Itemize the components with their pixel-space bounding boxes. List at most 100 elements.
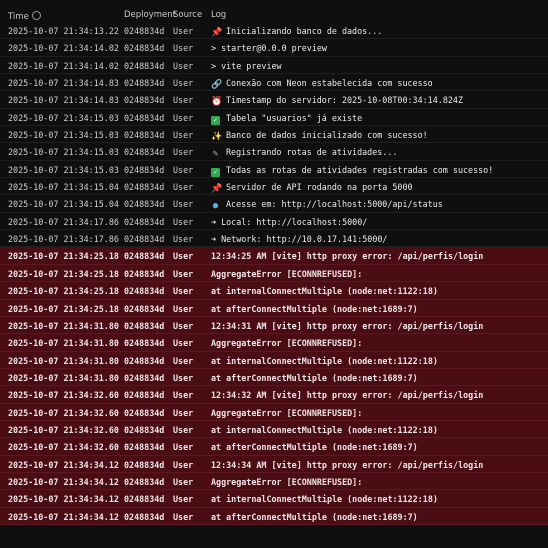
log-message-text: at afterConnectMultiple (node:net:1689:7…: [211, 372, 418, 383]
log-source: User: [173, 147, 194, 158]
log-deployment[interactable]: 0248834d: [124, 286, 164, 296]
log-deployment[interactable]: 0248834d: [124, 234, 164, 244]
log-row[interactable]: 2025-10-07 21:34:25.18 0248834d User Aggreg…: [0, 264, 548, 283]
log-deployment[interactable]: 0248834d: [124, 460, 164, 470]
globe-icon: ●: [212, 201, 219, 212]
log-deployment[interactable]: 0248834d: [124, 217, 164, 227]
log-deployment[interactable]: 0248834d: [124, 304, 164, 314]
log-row[interactable]: 2025-10-07 21:34:25.18 0248834d User at int…: [0, 282, 548, 300]
log-panel: Time Deployment Source Log 2025-10-07 21…: [0, 0, 548, 548]
log-deployment[interactable]: 0248834d: [124, 269, 164, 279]
log-row[interactable]: 2025-10-07 21:34:17.86 0248834d User ➜ Loca…: [0, 213, 548, 231]
log-row[interactable]: 2025-10-07 21:34:17.86 0248834d User ➜ Netw…: [0, 230, 548, 248]
log-row[interactable]: 2025-10-07 21:34:15.03 0248834d User ✨ Banco…: [0, 126, 548, 144]
log-message-text: at internalConnectMultiple (node:net:112…: [211, 355, 438, 366]
log-time: 2025-10-07 21:34:15.03: [8, 147, 119, 158]
log-row[interactable]: 2025-10-07 21:34:13.22 0248834d User 📌 Inici…: [0, 22, 548, 40]
log-deployment[interactable]: 0248834d: [124, 494, 164, 504]
log-message: 📌 Servidor de API rodando na porta 5000: [211, 182, 413, 194]
log-message-text: Conexão com Neon estabelecida com sucess…: [226, 78, 433, 89]
log-source: User: [173, 390, 194, 401]
log-time: 2025-10-07 21:34:34.12: [8, 476, 119, 487]
log-deployment[interactable]: 0248834d: [124, 95, 164, 105]
log-row[interactable]: 2025-10-07 21:34:34.12 0248834d User 12:34:…: [0, 455, 548, 473]
log-row[interactable]: 2025-10-07 21:34:14.02 0248834d User > star…: [0, 39, 548, 57]
log-message-text: at afterConnectMultiple (node:net:1689:7…: [211, 511, 418, 522]
log-message: ➜ Local: http://localhost:5000/: [211, 217, 367, 227]
log-source: User: [173, 95, 194, 106]
log-rows: 2025-10-07 21:34:13.22 0248834d User 📌 Inici…: [0, 22, 548, 525]
log-source: User: [173, 494, 194, 505]
log-message: at internalConnectMultiple (node:net:112…: [211, 356, 438, 366]
log-message: at afterConnectMultiple (node:net:1689:7…: [211, 304, 418, 314]
log-message-text: > starter@0.0.0 preview: [211, 43, 327, 54]
log-deployment[interactable]: 0248834d: [124, 477, 164, 487]
log-deployment[interactable]: 0248834d: [124, 408, 164, 418]
log-row[interactable]: 2025-10-07 21:34:32.60 0248834d User at aft…: [0, 438, 548, 456]
log-message: 12:34:25 AM [vite] http proxy error: /ap…: [211, 251, 483, 261]
log-row[interactable]: 2025-10-07 21:34:15.04 0248834d User 📌 Servi…: [0, 178, 548, 196]
log-row[interactable]: 2025-10-07 21:34:32.60 0248834d User 12:34:…: [0, 386, 548, 404]
log-message-text: 12:34:32 AM [vite] http proxy error: /ap…: [211, 390, 484, 401]
log-row[interactable]: 2025-10-07 21:34:14.02 0248834d User > vite…: [0, 57, 548, 75]
log-row[interactable]: 2025-10-07 21:34:15.03 0248834d User ✓ Tabel…: [0, 109, 548, 127]
log-time: 2025-10-07 21:34:34.12: [8, 459, 119, 470]
log-row[interactable]: 2025-10-07 21:34:31.80 0248834d User Aggreg…: [0, 334, 548, 352]
column-header-deployment: Deployment: [124, 10, 176, 20]
log-message-text: Tabela "usuarios" já existe: [226, 112, 363, 123]
log-message-text: > vite preview: [211, 60, 282, 71]
log-message-text: ➜ Network: http://10.0.17.141:5000/: [211, 234, 388, 245]
log-message-text: AggregateError [ECONNREFUSED]:: [211, 476, 363, 487]
log-deployment[interactable]: 0248834d: [124, 356, 164, 366]
log-row[interactable]: 2025-10-07 21:34:31.80 0248834d User at aft…: [0, 368, 548, 387]
alarm-clock-icon: ⏰: [211, 97, 223, 108]
log-deployment[interactable]: 0248834d: [124, 442, 164, 452]
log-row[interactable]: 2025-10-07 21:34:14.83 0248834d User 🔗 Conex…: [0, 74, 548, 92]
log-message-text: Timestamp do servidor: 2025-10-08T00:34:…: [226, 95, 463, 106]
log-deployment[interactable]: 0248834d: [124, 43, 164, 53]
log-row[interactable]: 2025-10-07 21:34:31.80 0248834d User 12:34:…: [0, 316, 548, 335]
log-deployment[interactable]: 0248834d: [124, 251, 164, 261]
log-message: ✓ Todas as rotas de atividades registrada…: [211, 165, 493, 177]
log-row[interactable]: 2025-10-07 21:34:14.83 0248834d User ⏰ Times…: [0, 91, 548, 109]
log-message: AggregateError [ECONNREFUSED]:: [211, 338, 362, 348]
log-message: 🔗 Conexão com Neon estabelecida com suces…: [211, 78, 433, 90]
clock-icon[interactable]: [31, 11, 41, 20]
log-time: 2025-10-07 21:34:13.22: [8, 26, 119, 36]
log-row[interactable]: 2025-10-07 21:34:25.18 0248834d User at aft…: [0, 299, 548, 317]
log-row[interactable]: 2025-10-07 21:34:34.12 0248834d User at int…: [0, 490, 548, 508]
log-deployment[interactable]: 0248834d: [124, 147, 164, 157]
log-deployment[interactable]: 0248834d: [124, 338, 164, 348]
log-deployment[interactable]: 0248834d: [124, 61, 164, 71]
log-deployment[interactable]: 0248834d: [124, 321, 164, 331]
log-time: 2025-10-07 21:34:17.86: [8, 234, 119, 245]
log-time: 2025-10-07 21:34:34.12: [8, 494, 119, 505]
log-message: at internalConnectMultiple (node:net:112…: [211, 425, 438, 435]
log-deployment[interactable]: 0248834d: [124, 113, 164, 123]
log-row[interactable]: 2025-10-07 21:34:15.03 0248834d User ✓ Todas…: [0, 161, 548, 179]
log-deployment[interactable]: 0248834d: [124, 390, 164, 400]
column-header-log: Log: [211, 10, 227, 20]
log-deployment[interactable]: 0248834d: [124, 199, 164, 209]
log-source: User: [173, 112, 194, 123]
log-deployment[interactable]: 0248834d: [124, 165, 164, 175]
log-row[interactable]: 2025-10-07 21:34:15.03 0248834d User ✎ Regis…: [0, 143, 548, 161]
log-deployment[interactable]: 0248834d: [124, 512, 164, 522]
log-row[interactable]: 2025-10-07 21:34:32.60 0248834d User Aggreg…: [0, 403, 548, 421]
log-deployment[interactable]: 0248834d: [124, 182, 164, 192]
log-message: 12:34:32 AM [vite] http proxy error: /ap…: [211, 390, 483, 400]
log-message-text: Inicializando banco de dados...: [226, 26, 383, 36]
log-deployment[interactable]: 0248834d: [124, 26, 164, 36]
log-deployment[interactable]: 0248834d: [124, 425, 164, 435]
log-deployment[interactable]: 0248834d: [124, 78, 164, 88]
log-row[interactable]: 2025-10-07 21:34:15.04 0248834d User ● Acess…: [0, 195, 548, 213]
log-row[interactable]: 2025-10-07 21:34:31.80 0248834d User at int…: [0, 351, 548, 369]
column-header-time[interactable]: Time: [8, 10, 41, 22]
log-row[interactable]: 2025-10-07 21:34:25.18 0248834d User 12:34:…: [0, 247, 548, 265]
log-message-text: at internalConnectMultiple (node:net:112…: [211, 424, 438, 435]
log-row[interactable]: 2025-10-07 21:34:34.12 0248834d User Aggreg…: [0, 472, 548, 491]
log-deployment[interactable]: 0248834d: [124, 373, 164, 383]
log-deployment[interactable]: 0248834d: [124, 130, 164, 140]
log-row[interactable]: 2025-10-07 21:34:32.60 0248834d User at int…: [0, 420, 548, 439]
log-row[interactable]: 2025-10-07 21:34:34.12 0248834d User at aft…: [0, 507, 548, 525]
